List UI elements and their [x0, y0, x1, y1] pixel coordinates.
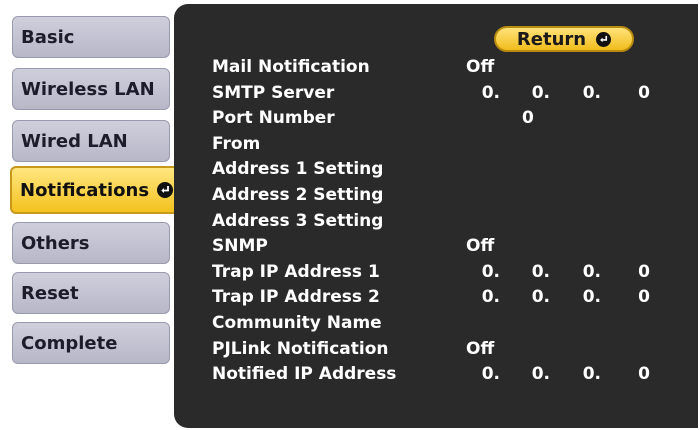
menu-item-others[interactable]: Others	[12, 222, 170, 264]
setting-value: 0	[522, 108, 534, 129]
ip-octet: 0.	[481, 261, 500, 282]
ip-octet: 0.	[481, 364, 500, 385]
ip-octet: 0	[638, 364, 650, 385]
setting-label: From	[212, 133, 261, 154]
menu-item-label: Complete	[21, 332, 118, 354]
menu-item-label: Reset	[21, 282, 79, 304]
community-name-row[interactable]: Community Name	[208, 311, 638, 337]
menu-item-label: Wireless LAN	[21, 78, 155, 100]
return-label: Return	[516, 28, 587, 50]
setting-value: Off	[466, 338, 495, 359]
ip-octet: 0	[638, 287, 650, 308]
setting-label: SNMP	[212, 236, 268, 257]
setting-value: Off	[466, 57, 495, 77]
enter-return-icon	[157, 182, 174, 198]
menu-item-notifications[interactable]: Notifications	[10, 166, 182, 214]
menu-item-label: Basic	[21, 26, 75, 48]
ip-octet: 0.	[582, 287, 601, 308]
ip-octet: 0.	[582, 364, 601, 385]
setting-label: Community Name	[212, 312, 382, 333]
pjlink-notification-row[interactable]: PJLink Notification Off	[208, 337, 638, 363]
ip-octet: 0	[638, 261, 650, 282]
setting-label: PJLink Notification	[212, 338, 389, 359]
ip-address-value: 0. 0. 0. 0	[208, 260, 650, 286]
mail-notification-row[interactable]: Mail Notification Off	[208, 55, 638, 81]
address-2-setting-row[interactable]: Address 2 Setting	[208, 183, 638, 209]
enter-return-icon	[596, 31, 612, 47]
ip-octet: 0.	[582, 261, 601, 282]
ip-octet: 0.	[531, 261, 550, 282]
setting-value: Off	[466, 236, 495, 257]
menu-item-basic[interactable]: Basic	[12, 16, 170, 58]
ip-octet: 0.	[481, 287, 500, 308]
setting-label: Address 2 Setting	[212, 184, 384, 205]
ip-octet: 0.	[531, 82, 550, 103]
menu-item-label: Wired LAN	[21, 130, 128, 152]
menu-item-label: Notifications	[20, 179, 150, 201]
ip-octet: 0.	[531, 364, 550, 385]
trap-ip-address-2-row[interactable]: Trap IP Address 2 0. 0. 0. 0	[208, 285, 650, 311]
setting-label: Address 1 Setting	[212, 159, 384, 180]
ip-address-value: 0. 0. 0. 0	[208, 81, 650, 107]
address-3-setting-row[interactable]: Address 3 Setting	[208, 209, 638, 235]
notifications-panel: Return Mail Notification Off SMTP Server…	[174, 4, 698, 428]
ip-octet: 0.	[582, 82, 601, 103]
trap-ip-address-1-row[interactable]: Trap IP Address 1 0. 0. 0. 0	[208, 260, 650, 286]
snmp-row[interactable]: SNMP Off	[208, 234, 638, 260]
menu-item-wired-lan[interactable]: Wired LAN	[12, 120, 170, 162]
setting-label: Mail Notification	[212, 57, 370, 77]
smtp-server-row[interactable]: SMTP Server 0. 0. 0. 0	[208, 81, 650, 107]
menu-item-complete[interactable]: Complete	[12, 322, 170, 364]
settings-list: Mail Notification Off SMTP Server 0. 0. …	[208, 55, 650, 388]
return-button[interactable]: Return	[494, 26, 634, 52]
settings-menu: Basic Wireless LAN Wired LAN Notificatio…	[0, 0, 182, 430]
ip-address-value: 0. 0. 0. 0	[208, 285, 650, 311]
ip-octet: 0	[638, 82, 650, 103]
ip-octet: 0.	[531, 287, 550, 308]
menu-item-reset[interactable]: Reset	[12, 272, 170, 314]
menu-item-label: Others	[21, 232, 90, 254]
from-row[interactable]: From	[208, 132, 638, 158]
notified-ip-address-row[interactable]: Notified IP Address 0. 0. 0. 0	[208, 362, 650, 388]
setting-label: Address 3 Setting	[212, 210, 384, 231]
menu-item-wireless-lan[interactable]: Wireless LAN	[12, 68, 170, 110]
ip-address-value: 0. 0. 0. 0	[208, 362, 650, 388]
ip-octet: 0.	[481, 82, 500, 103]
address-1-setting-row[interactable]: Address 1 Setting	[208, 157, 638, 183]
setting-label: Port Number	[212, 108, 335, 129]
port-number-row[interactable]: Port Number 0	[208, 106, 638, 132]
